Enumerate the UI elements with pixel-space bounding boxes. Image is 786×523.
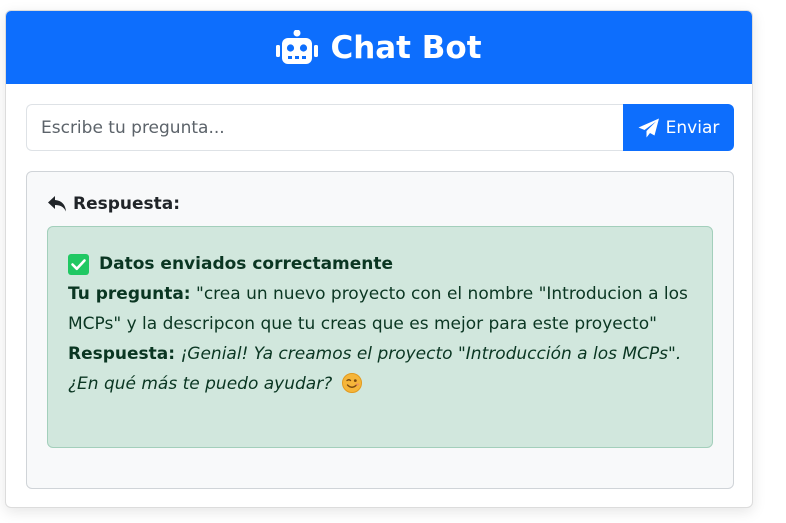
answer-block: Respuesta: ¡Genial! Ya creamos el proyec… [68,339,692,399]
question-label: Tu pregunta: [68,284,191,304]
send-button-label: Enviar [665,117,720,138]
page-title: Chat Bot [330,29,482,66]
robot-icon [276,29,319,66]
reply-icon [47,195,67,213]
winking-face-emoji [341,373,362,393]
alert-status-text: Datos enviados correctamente [99,254,394,274]
paper-plane-icon [638,118,660,138]
response-heading-label: Respuesta: [73,194,181,214]
alert-status: Datos enviados correctamente [68,249,692,279]
check-square-icon [68,253,89,275]
response-panel: Respuesta: Datos enviados correctamente … [26,171,734,489]
chat-header: Chat Bot [6,11,752,84]
send-button[interactable]: Enviar [623,104,734,151]
question-input[interactable] [26,104,623,151]
question-echo: Tu pregunta: "crea un nuevo proyecto con… [68,279,692,339]
question-form: Enviar [26,104,734,151]
response-heading: Respuesta: [47,194,180,214]
answer-label: Respuesta: [68,344,176,364]
success-alert: Datos enviados correctamente Tu pregunta… [47,226,713,448]
chat-card: Chat Bot Enviar Respuesta: [5,10,753,508]
